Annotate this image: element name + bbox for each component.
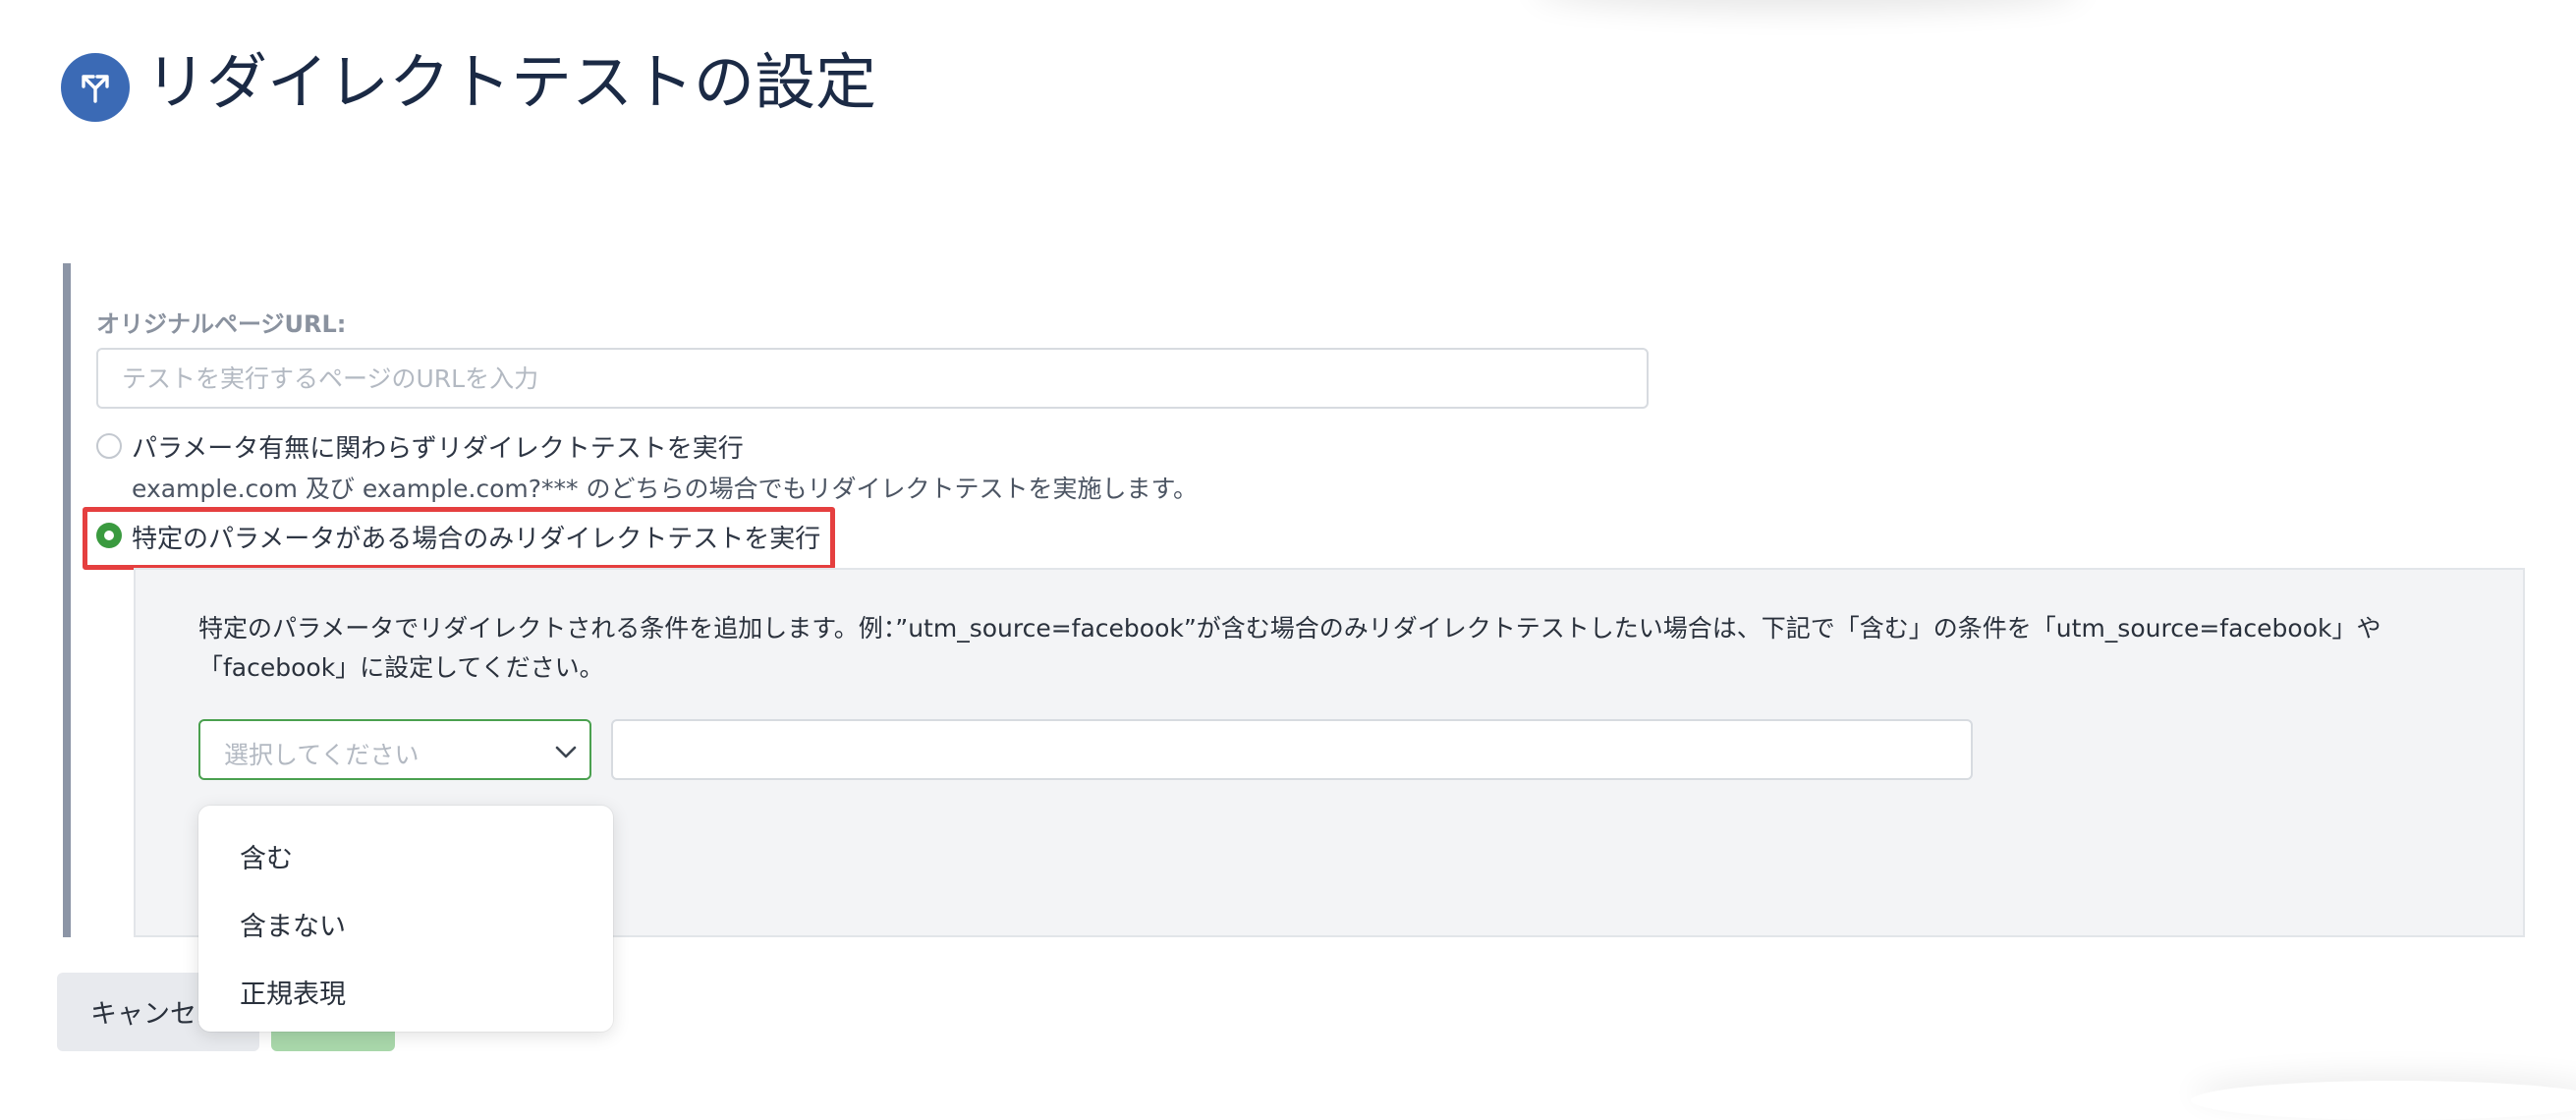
- radio-specific-parameters[interactable]: [96, 523, 122, 548]
- redirect-split-icon: [61, 53, 130, 122]
- dropdown-option-not-contains[interactable]: 含まない: [240, 905, 346, 943]
- dropdown-option-contains[interactable]: 含む: [240, 837, 293, 875]
- url-label: オリジナルページURL:: [96, 310, 347, 338]
- conditions-description: 特定のパラメータでリダイレクトされる条件を追加します。例：”utm_source…: [198, 614, 2381, 682]
- panel-accent-bar: [63, 263, 71, 937]
- condition-select[interactable]: 選択してください: [198, 719, 591, 780]
- option-all-description: example.com 及び example.com?*** のどちらの場合でも…: [132, 475, 1199, 503]
- select-placeholder: 選択してください: [224, 741, 420, 769]
- dropdown-option-regex[interactable]: 正規表現: [240, 973, 346, 1011]
- radio-all-parameters[interactable]: [96, 433, 122, 459]
- overlay-shadow: [2191, 1081, 2576, 1120]
- chevron-down-icon: [555, 746, 577, 758]
- condition-value-input[interactable]: [611, 719, 1973, 780]
- option-all-label[interactable]: パラメータ有無に関わらずリダイレクトテストを実行: [132, 428, 744, 465]
- original-url-input[interactable]: [96, 348, 1649, 409]
- page-title: リダイレクトテストの設定: [145, 46, 877, 118]
- condition-dropdown-menu: 含む 含まない 正規表現: [198, 806, 613, 1032]
- option-specific-label[interactable]: 特定のパラメータがある場合のみリダイレクトテストを実行: [132, 519, 820, 555]
